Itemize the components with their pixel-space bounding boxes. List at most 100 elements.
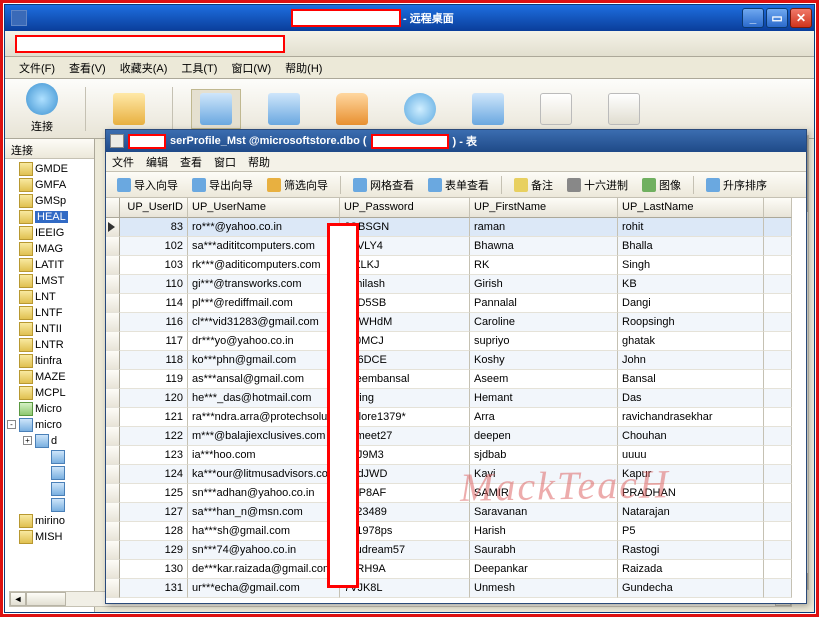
row-selector[interactable] bbox=[106, 503, 120, 522]
table-row[interactable]: 102sa***adititcomputers.comT8VLY4BhawnaB… bbox=[106, 237, 806, 256]
cell[interactable]: uuuu bbox=[618, 446, 764, 465]
cell[interactable]: Bansal bbox=[618, 370, 764, 389]
col-userid[interactable]: UP_UserID bbox=[120, 198, 188, 218]
cell[interactable] bbox=[764, 256, 792, 275]
col-lastname[interactable]: UP_LastName bbox=[618, 198, 764, 218]
row-selector[interactable] bbox=[106, 237, 120, 256]
mdi-menu-edit[interactable]: 编辑 bbox=[146, 154, 168, 170]
col-extra[interactable] bbox=[764, 198, 792, 218]
tree-node[interactable]: LNTII bbox=[7, 321, 94, 337]
cell[interactable]: 127 bbox=[120, 503, 188, 522]
cell[interactable]: Arra bbox=[470, 408, 618, 427]
table-row[interactable]: 128ha***sh@gmail.com671978psHarishP5 bbox=[106, 522, 806, 541]
row-selector[interactable] bbox=[106, 256, 120, 275]
tree-node[interactable] bbox=[7, 465, 94, 481]
cell[interactable]: sa***adititcomputers.com bbox=[188, 237, 340, 256]
tree-node[interactable]: IMAG bbox=[7, 241, 94, 257]
cell[interactable]: 122 bbox=[120, 427, 188, 446]
cell[interactable]: P46DCE bbox=[340, 351, 470, 370]
tree-node[interactable]: MAZE bbox=[7, 369, 94, 385]
cell[interactable]: 116 bbox=[120, 313, 188, 332]
cell[interactable]: 124 bbox=[120, 465, 188, 484]
menu-help[interactable]: 帮助(H) bbox=[279, 58, 328, 78]
cell[interactable]: nellore1379* bbox=[340, 408, 470, 427]
cell[interactable]: Kavi bbox=[470, 465, 618, 484]
menu-view[interactable]: 查看(V) bbox=[63, 58, 112, 78]
cell[interactable] bbox=[764, 541, 792, 560]
cell[interactable]: 9rZLKJ bbox=[340, 256, 470, 275]
scroll-thumb[interactable] bbox=[26, 592, 66, 606]
cell[interactable]: 114 bbox=[120, 294, 188, 313]
cell[interactable]: pl***@rediffmail.com bbox=[188, 294, 340, 313]
cell[interactable]: Natarajan bbox=[618, 503, 764, 522]
cell[interactable]: youdream57 bbox=[340, 541, 470, 560]
cell[interactable]: ro***@yahoo.co.in bbox=[188, 218, 340, 237]
cell[interactable] bbox=[764, 351, 792, 370]
cell[interactable] bbox=[764, 275, 792, 294]
menu-file[interactable]: 文件(F) bbox=[13, 58, 61, 78]
cell[interactable]: sjdbab bbox=[470, 446, 618, 465]
cell[interactable]: Rastogi bbox=[618, 541, 764, 560]
table-row[interactable]: 122m***@balajiexclusives.comsumeet27deep… bbox=[106, 427, 806, 446]
cell[interactable]: 102 bbox=[120, 237, 188, 256]
cell[interactable]: spring bbox=[340, 389, 470, 408]
table-row[interactable]: 127sa***han_n@msn.com2423489SaravananNat… bbox=[106, 503, 806, 522]
cell[interactable]: he***_das@hotmail.com bbox=[188, 389, 340, 408]
table-row[interactable]: 124ka***our@litmusadvisors.coyUdJWDKaviK… bbox=[106, 465, 806, 484]
cell[interactable]: ko***phn@gmail.com bbox=[188, 351, 340, 370]
cell[interactable]: 125 bbox=[120, 484, 188, 503]
tree-node[interactable]: IEEIG bbox=[7, 225, 94, 241]
tool-globe2[interactable] bbox=[395, 90, 445, 128]
cell[interactable]: yUdJWD bbox=[340, 465, 470, 484]
memo-button[interactable]: 备注 bbox=[509, 175, 558, 195]
tree-node[interactable]: -micro bbox=[7, 417, 94, 433]
cell[interactable]: ka***our@litmusadvisors.co bbox=[188, 465, 340, 484]
cell[interactable]: ravichandrasekhar bbox=[618, 408, 764, 427]
table-row[interactable]: 131ur***echa@gmail.com7VJK8LUnmeshGundec… bbox=[106, 579, 806, 598]
col-password[interactable]: UP_Password bbox=[340, 198, 470, 218]
cell[interactable]: Girish bbox=[470, 275, 618, 294]
minimize-button[interactable]: _ bbox=[742, 8, 764, 28]
cell[interactable] bbox=[764, 503, 792, 522]
cell[interactable]: Chouhan bbox=[618, 427, 764, 446]
row-selector[interactable] bbox=[106, 579, 120, 598]
row-selector[interactable] bbox=[106, 541, 120, 560]
tree-node[interactable]: GMFA bbox=[7, 177, 94, 193]
cell[interactable]: Deepankar bbox=[470, 560, 618, 579]
tree-node[interactable]: LNT bbox=[7, 289, 94, 305]
cell[interactable]: rohit bbox=[618, 218, 764, 237]
cell[interactable]: 117 bbox=[120, 332, 188, 351]
table-row[interactable]: 83ro***@yahoo.co.inJQBSGNramanrohit bbox=[106, 218, 806, 237]
tree-node[interactable]: MISH bbox=[7, 529, 94, 545]
cell[interactable] bbox=[764, 522, 792, 541]
row-selector[interactable] bbox=[106, 351, 120, 370]
cell[interactable]: Bhawna bbox=[470, 237, 618, 256]
title-bar[interactable]: - 远程桌面 _ ▭ ✕ bbox=[5, 5, 814, 31]
tool-grid[interactable] bbox=[259, 90, 309, 128]
cell[interactable] bbox=[764, 484, 792, 503]
form-view-button[interactable]: 表单查看 bbox=[423, 175, 494, 195]
table-row[interactable]: 130de***kar.raizada@gmail.comVyRH9ADeepa… bbox=[106, 560, 806, 579]
cell[interactable]: T8VLY4 bbox=[340, 237, 470, 256]
cell[interactable]: deepen bbox=[470, 427, 618, 446]
cell[interactable] bbox=[764, 465, 792, 484]
row-selector[interactable] bbox=[106, 313, 120, 332]
cell[interactable]: Harish bbox=[470, 522, 618, 541]
cell[interactable]: 83 bbox=[120, 218, 188, 237]
cell[interactable]: Gundecha bbox=[618, 579, 764, 598]
cell[interactable]: m***@balajiexclusives.com bbox=[188, 427, 340, 446]
cell[interactable]: 120 bbox=[120, 389, 188, 408]
cell[interactable]: sa***han_n@msn.com bbox=[188, 503, 340, 522]
row-selector[interactable] bbox=[106, 294, 120, 313]
mdi-menu-file[interactable]: 文件 bbox=[112, 154, 134, 170]
sort-asc-button[interactable]: 升序排序 bbox=[701, 175, 772, 195]
row-selector[interactable] bbox=[106, 522, 120, 541]
cell[interactable] bbox=[764, 427, 792, 446]
cell[interactable]: dr***yo@yahoo.co.in bbox=[188, 332, 340, 351]
tool-report[interactable] bbox=[531, 90, 581, 128]
tree-node[interactable]: MCPL bbox=[7, 385, 94, 401]
cell[interactable]: Roopsingh bbox=[618, 313, 764, 332]
mdi-menu-help[interactable]: 帮助 bbox=[248, 154, 270, 170]
cell[interactable]: sn***adhan@yahoo.co.in bbox=[188, 484, 340, 503]
tree-node[interactable]: GMDE bbox=[7, 161, 94, 177]
